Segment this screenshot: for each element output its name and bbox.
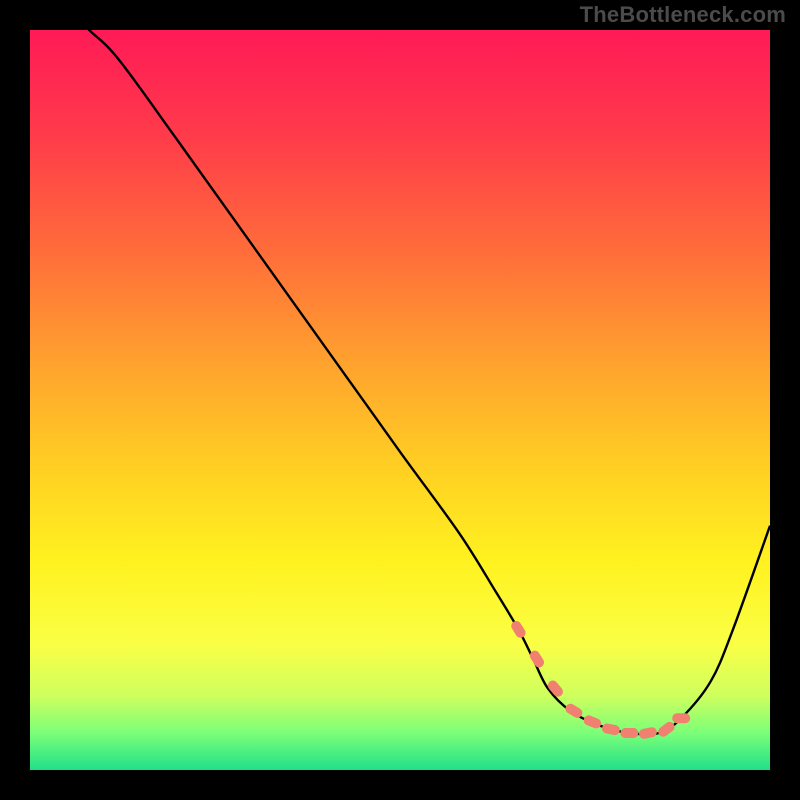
highlight-marker xyxy=(620,728,638,738)
highlight-marker xyxy=(672,713,690,723)
watermark: TheBottleneck.com xyxy=(580,2,786,28)
chart-container xyxy=(30,30,770,770)
heat-gradient-background xyxy=(30,30,770,770)
bottleneck-curve-chart xyxy=(30,30,770,770)
